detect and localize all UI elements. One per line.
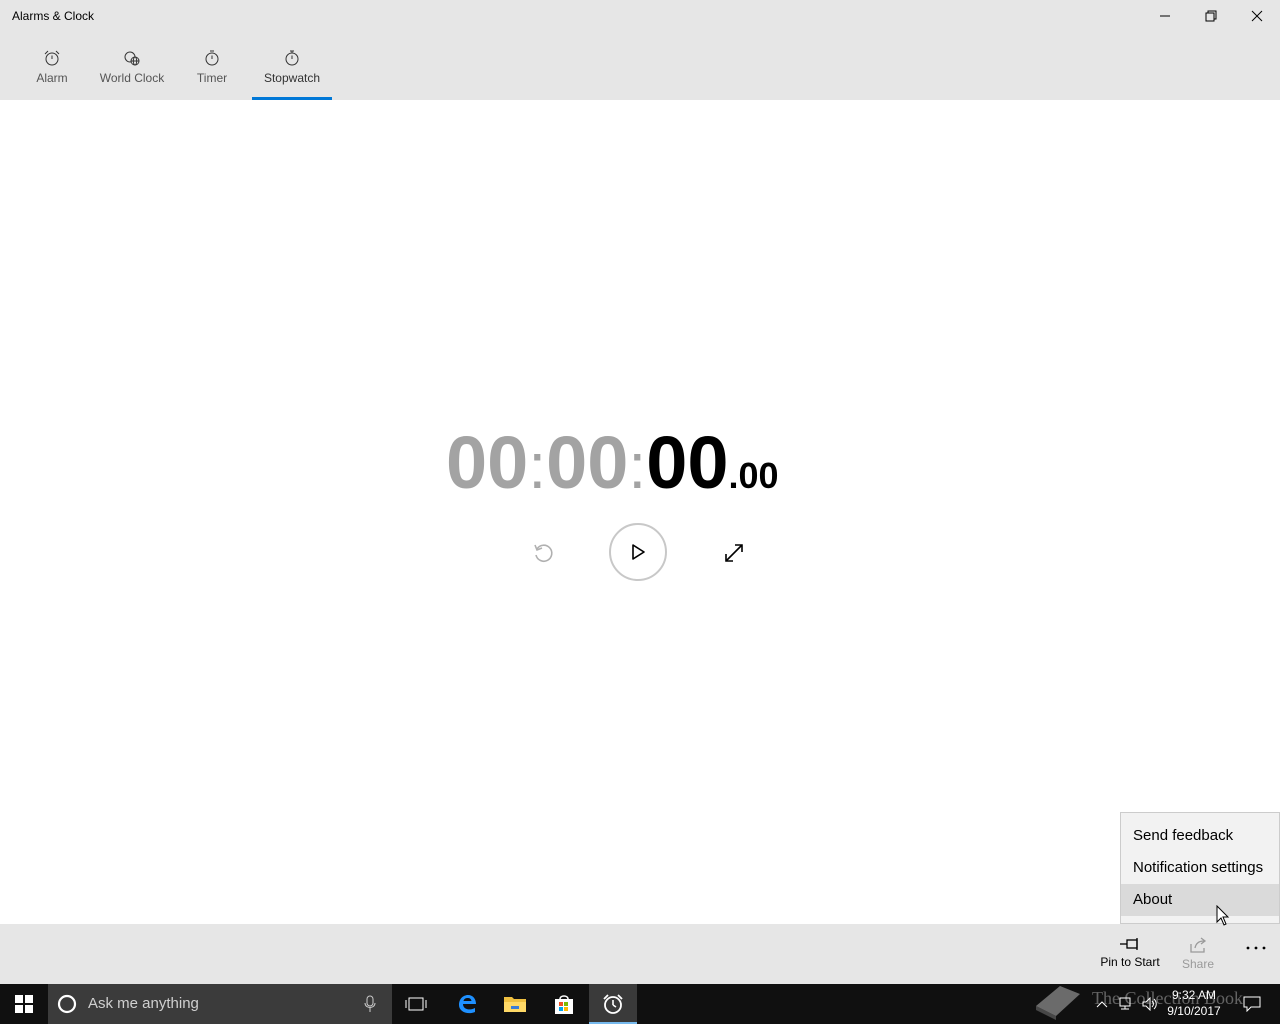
- share-icon: [1190, 937, 1207, 953]
- alarm-icon: [44, 50, 60, 66]
- search-box[interactable]: Ask me anything: [48, 984, 392, 1024]
- time-separator: :: [628, 430, 647, 502]
- more-button[interactable]: [1238, 924, 1274, 984]
- selected-tab-indicator: [252, 97, 332, 100]
- reset-button[interactable]: [528, 538, 558, 568]
- book-logo-icon: [1036, 986, 1080, 1020]
- seconds-value: 00: [646, 421, 729, 504]
- tab-timer[interactable]: Timer: [190, 44, 234, 100]
- system-clock[interactable]: 9:32 AM 9/10/2017: [1162, 987, 1226, 1019]
- minutes-value: 00: [546, 421, 629, 504]
- expand-icon: [725, 544, 743, 562]
- menu-item-about[interactable]: About: [1121, 884, 1279, 916]
- restore-icon: [1205, 10, 1217, 22]
- close-button[interactable]: [1234, 0, 1280, 32]
- show-hidden-icons-button[interactable]: [1090, 984, 1114, 1024]
- store-icon: [555, 995, 573, 1014]
- stopwatch-icon: [285, 50, 299, 66]
- tab-alarm[interactable]: Alarm: [28, 44, 76, 100]
- edge-icon: [459, 995, 476, 1014]
- folder-icon: [504, 997, 526, 1012]
- network-icon: [1119, 997, 1131, 1010]
- task-view-icon: [405, 997, 427, 1011]
- store-button[interactable]: [540, 984, 588, 1024]
- cortana-icon: [57, 994, 77, 1014]
- hundredths-value: .00: [728, 455, 779, 496]
- alarm-clock-icon: [603, 994, 623, 1014]
- notification-icon: [1243, 996, 1261, 1012]
- restore-button[interactable]: [1188, 0, 1234, 32]
- app-bar: Pin to Start Share: [0, 924, 1280, 984]
- tab-stopwatch[interactable]: Stopwatch: [252, 44, 332, 100]
- reset-icon: [534, 544, 553, 562]
- stopwatch-display: 00:00:00.00: [446, 420, 779, 510]
- search-placeholder: Ask me anything: [88, 995, 199, 1012]
- microphone-icon[interactable]: [364, 995, 376, 1013]
- globe-clock-icon: [124, 51, 140, 66]
- start-button[interactable]: [609, 523, 667, 581]
- mouse-cursor-icon: [1216, 905, 1230, 926]
- tab-label: World Clock: [99, 71, 165, 85]
- menu-item-notification-settings[interactable]: Notification settings: [1121, 852, 1279, 884]
- time-separator: :: [528, 430, 547, 502]
- clock-time: 9:32 AM: [1171, 988, 1217, 1002]
- timer-icon: [205, 50, 219, 66]
- action-center-button[interactable]: [1232, 984, 1272, 1024]
- network-button[interactable]: [1114, 984, 1138, 1024]
- app-title: Alarms & Clock: [12, 9, 95, 23]
- minimize-icon: [1160, 15, 1170, 17]
- volume-icon: [1142, 997, 1157, 1011]
- close-icon: [1251, 10, 1263, 22]
- pin-label: Pin to Start: [1100, 955, 1160, 969]
- minimize-button[interactable]: [1142, 0, 1188, 32]
- share-button[interactable]: Share: [1176, 924, 1220, 984]
- task-view-button[interactable]: [392, 984, 440, 1024]
- taskbar: Ask me anything The Collection Book 9:32…: [0, 984, 1280, 1024]
- menu-item-send-feedback[interactable]: Send feedback: [1121, 820, 1279, 852]
- hours-value: 00: [446, 421, 529, 504]
- tab-world-clock[interactable]: World Clock: [96, 44, 168, 100]
- pin-icon: [1120, 938, 1138, 950]
- more-icon: [1246, 946, 1266, 950]
- share-label: Share: [1181, 957, 1215, 971]
- windows-logo-icon: [15, 995, 33, 1013]
- expand-button[interactable]: [719, 538, 749, 568]
- pin-to-start-button[interactable]: Pin to Start: [1096, 924, 1164, 984]
- file-explorer-button[interactable]: [491, 984, 539, 1024]
- play-icon: [632, 544, 645, 560]
- alarms-clock-taskbar-button[interactable]: [589, 984, 637, 1024]
- volume-button[interactable]: [1138, 984, 1162, 1024]
- start-button[interactable]: [0, 984, 48, 1024]
- tab-label: Stopwatch: [263, 71, 321, 85]
- clock-date: 9/10/2017: [1167, 1004, 1221, 1018]
- more-menu: Send feedback Notification settings Abou…: [1120, 812, 1280, 924]
- tab-label: Timer: [196, 71, 228, 85]
- chevron-up-icon: [1096, 1001, 1108, 1008]
- tab-label: Alarm: [36, 71, 68, 85]
- title-bar: Alarms & Clock Alarm World Clock Timer S…: [0, 0, 1280, 100]
- edge-button[interactable]: [443, 984, 491, 1024]
